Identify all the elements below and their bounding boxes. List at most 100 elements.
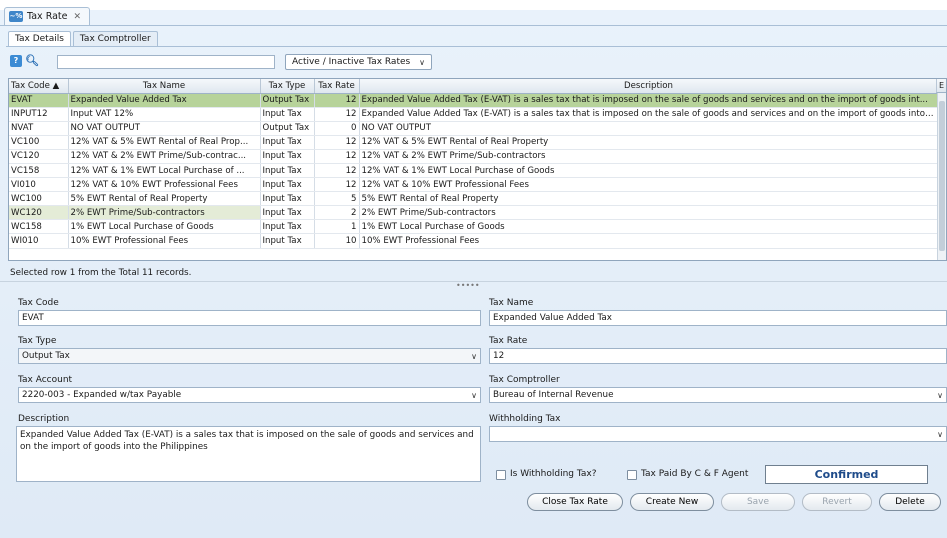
- tax-rate-cell: 12: [314, 163, 360, 179]
- detail-tabs: Tax Details Tax Comptroller: [8, 31, 158, 46]
- tax-account-label: Tax Account: [18, 375, 73, 385]
- scrollbar-thumb[interactable]: [939, 101, 945, 251]
- tax-rate-field[interactable]: 12: [489, 348, 947, 364]
- table-row[interactable]: WC100 5% EWT Rental of Real Property Input…: [9, 191, 939, 207]
- close-icon[interactable]: ✕: [73, 12, 81, 22]
- tax-code-cell: VC100: [9, 135, 69, 150]
- tax-paid-by-agent-label: Tax Paid By C & F Agent: [641, 469, 749, 479]
- table-row[interactable]: WC120 2% EWT Prime/Sub-contractors Input T…: [9, 205, 939, 221]
- description-label: Description: [18, 414, 70, 424]
- inner-tab-divider: [6, 46, 947, 47]
- tax-name-cell: 10% EWT Professional Fees: [68, 233, 261, 249]
- tax-name-cell: 5% EWT Rental of Real Property: [68, 191, 261, 207]
- tax-type-cell: Input Tax: [260, 233, 315, 249]
- tax-name-cell: 12% VAT & 10% EWT Professional Fees: [68, 177, 261, 193]
- vertical-scrollbar[interactable]: [937, 93, 946, 260]
- description-cell: 1% EWT Local Purchase of Goods: [359, 219, 939, 235]
- tax-code-cell: NVAT: [9, 121, 69, 136]
- search-icon[interactable]: 🔍︎: [25, 54, 39, 68]
- table-row[interactable]: INPUT12 Input VAT 12% Input Tax 12 Expanded …: [9, 107, 939, 122]
- tax-rate-cell: 10: [314, 233, 360, 249]
- chevron-down-icon: ∨: [937, 429, 943, 439]
- is-withholding-checkbox[interactable]: [496, 470, 506, 480]
- tax-code-cell: EVAT: [9, 93, 69, 108]
- table-header-row: Tax Code ▲ Tax Name Tax Type Tax Rate De…: [9, 79, 939, 94]
- tax-rate-label: Tax Rate: [489, 336, 528, 346]
- tax-code-cell: WC158: [9, 219, 69, 235]
- column-header-extra[interactable]: E: [936, 79, 946, 93]
- table-row[interactable]: WI010 10% EWT Professional Fees Input Tax 1…: [9, 233, 939, 249]
- tax-rate-cell: 12: [314, 149, 360, 164]
- tax-account-select[interactable]: 2220-003 - Expanded w/tax Payable ∨: [18, 387, 481, 403]
- close-tax-rate-button[interactable]: Close Tax Rate: [527, 493, 623, 511]
- tax-rate-icon: ~%: [9, 11, 23, 22]
- tab-strip-divider: [0, 25, 947, 26]
- tax-code-cell: WI010: [9, 233, 69, 249]
- description-textarea[interactable]: Expanded Value Added Tax (E-VAT) is a sa…: [16, 426, 481, 482]
- help-icon[interactable]: ?: [10, 55, 22, 67]
- record-status-text: Selected row 1 from the Total 11 records…: [10, 268, 192, 278]
- column-header-tax-code[interactable]: Tax Code ▲: [9, 79, 69, 94]
- tax-account-value: 2220-003 - Expanded w/tax Payable: [22, 390, 182, 400]
- tax-code-field[interactable]: EVAT: [18, 310, 481, 326]
- table-row[interactable]: WC158 1% EWT Local Purchase of Goods Input…: [9, 219, 939, 235]
- tax-rate-cell: 5: [314, 191, 360, 207]
- column-header-tax-name[interactable]: Tax Name: [68, 79, 261, 94]
- active-filter-select[interactable]: Active / Inactive Tax Rates ∨: [285, 54, 432, 70]
- create-new-button[interactable]: Create New: [630, 493, 714, 511]
- tax-name-field[interactable]: Expanded Value Added Tax: [489, 310, 947, 326]
- tax-paid-by-agent-checkbox[interactable]: [627, 470, 637, 480]
- tax-type-cell: Input Tax: [260, 219, 315, 235]
- tax-code-cell: VC120: [9, 149, 69, 164]
- withholding-tax-label: Withholding Tax: [489, 414, 561, 424]
- tax-rate-cell: 0: [314, 121, 360, 136]
- tax-rate-cell: 12: [314, 177, 360, 193]
- delete-button[interactable]: Delete: [879, 493, 941, 511]
- search-input[interactable]: [57, 55, 275, 69]
- table-row[interactable]: VC158 12% VAT & 1% EWT Local Purchase of …: [9, 163, 939, 179]
- tax-type-cell: Input Tax: [260, 135, 315, 150]
- tax-type-label: Tax Type: [18, 336, 57, 346]
- table-row[interactable]: VC100 12% VAT & 5% EWT Rental of Real Pro…: [9, 135, 939, 150]
- tax-comptroller-label: Tax Comptroller: [489, 375, 560, 385]
- withholding-tax-select[interactable]: ∨: [489, 426, 947, 442]
- tax-code-cell: VC158: [9, 163, 69, 179]
- tab-tax-comptroller[interactable]: Tax Comptroller: [72, 31, 158, 46]
- tax-comptroller-select[interactable]: Bureau of Internal Revenue ∨: [489, 387, 947, 403]
- tax-type-cell: Input Tax: [260, 149, 315, 164]
- table-row[interactable]: EVAT Expanded Value Added Tax Output Tax 12…: [9, 93, 939, 108]
- is-withholding-label: Is Withholding Tax?: [510, 469, 597, 479]
- save-button[interactable]: Save: [721, 493, 795, 511]
- tax-comptroller-value: Bureau of Internal Revenue: [493, 390, 614, 400]
- description-cell: Expanded Value Added Tax (E-VAT) is a sa…: [359, 93, 939, 108]
- tab-tax-rate[interactable]: ~% Tax Rate ✕: [4, 7, 91, 25]
- tax-type-cell: Input Tax: [260, 205, 315, 221]
- chevron-down-icon: ∨: [471, 390, 477, 400]
- table-row[interactable]: NVAT NO VAT OUTPUT Output Tax 0 NO VAT OUTPU…: [9, 121, 939, 136]
- tax-code-value: EVAT: [22, 313, 44, 323]
- description-cell: 12% VAT & 10% EWT Professional Fees: [359, 177, 939, 193]
- chevron-down-icon: ∨: [419, 57, 425, 67]
- tab-tax-details[interactable]: Tax Details: [8, 31, 71, 46]
- tax-name-cell: 12% VAT & 5% EWT Rental of Real Prop...: [68, 135, 261, 150]
- column-header-tax-type[interactable]: Tax Type: [260, 79, 315, 94]
- tax-rate-cell: 12: [314, 135, 360, 150]
- table-row[interactable]: VI010 12% VAT & 10% EWT Professional Fees…: [9, 177, 939, 193]
- document-tab-strip: ~% Tax Rate ✕: [4, 7, 91, 25]
- description-cell: 12% VAT & 1% EWT Local Purchase of Goods: [359, 163, 939, 179]
- tax-type-cell: Output Tax: [260, 93, 315, 108]
- splitter-grip[interactable]: •••••: [456, 281, 480, 290]
- tax-rate-cell: 12: [314, 107, 360, 122]
- revert-button[interactable]: Revert: [802, 493, 872, 511]
- tax-type-select[interactable]: Output Tax ∨: [18, 348, 481, 364]
- tax-name-cell: NO VAT OUTPUT: [68, 121, 261, 136]
- column-header-tax-rate[interactable]: Tax Rate: [314, 79, 360, 94]
- tax-code-cell: WC100: [9, 191, 69, 207]
- column-header-description[interactable]: Description: [359, 79, 939, 94]
- table-body: EVAT Expanded Value Added Tax Output Tax 12…: [9, 93, 939, 249]
- description-value: Expanded Value Added Tax (E-VAT) is a sa…: [20, 430, 474, 452]
- table-row[interactable]: VC120 12% VAT & 2% EWT Prime/Sub-contrac.…: [9, 149, 939, 164]
- tax-type-cell: Input Tax: [260, 163, 315, 179]
- tax-code-cell: INPUT12: [9, 107, 69, 122]
- tax-type-cell: Input Tax: [260, 191, 315, 207]
